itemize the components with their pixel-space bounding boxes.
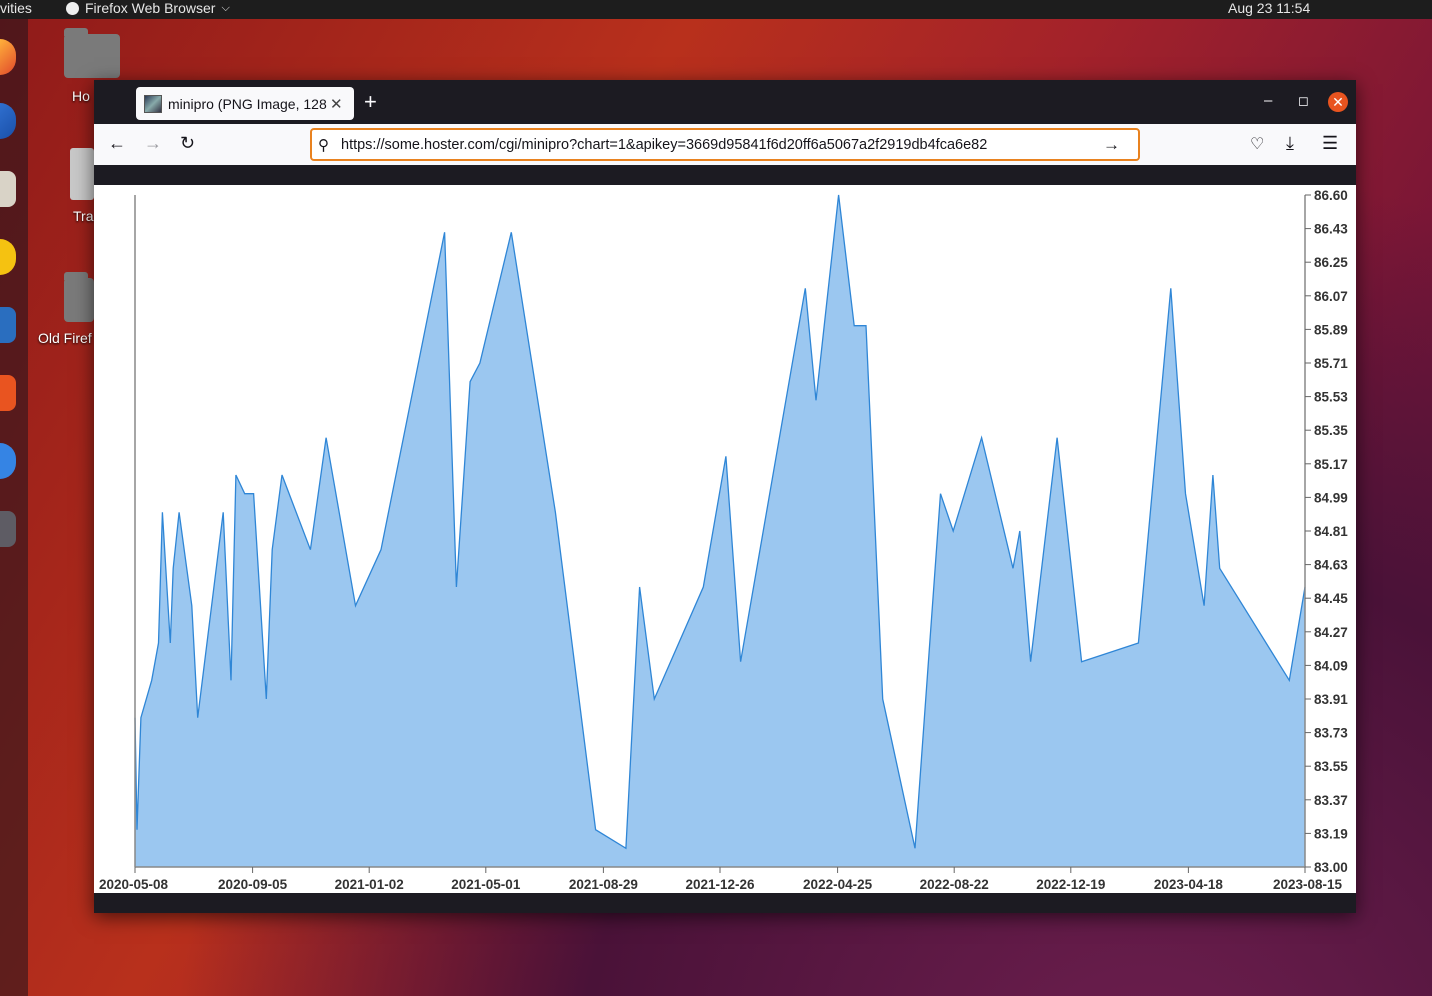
writer-dock-icon[interactable] <box>0 307 16 343</box>
pocket-icon[interactable]: ♡ <box>1250 134 1264 154</box>
x-tick-label: 2021-12-26 <box>685 877 755 892</box>
top-bar: vities Firefox Web Browser ⌵ Aug 23 11:5… <box>0 0 1432 19</box>
y-tick-label: 83.00 <box>1314 860 1348 875</box>
forward-button[interactable]: → <box>144 133 162 154</box>
area-chart: 86.60 86.43 86.25 86.07 85.89 85.71 85.53 85.35… <box>99 188 1348 892</box>
folder-icon <box>64 272 94 322</box>
x-tick-label: 2020-09-05 <box>218 877 288 892</box>
y-tick-label: 85.35 <box>1314 423 1348 438</box>
thunderbird-dock-icon[interactable] <box>0 103 16 139</box>
chart-image: 86.60 86.43 86.25 86.07 85.89 85.71 85.53 85.35… <box>94 185 1356 893</box>
rhythmbox-dock-icon[interactable] <box>0 239 16 275</box>
x-tick-label: 2021-05-01 <box>451 877 521 892</box>
x-tick-label: 2022-04-25 <box>803 877 873 892</box>
y-tick-label: 83.19 <box>1314 826 1348 841</box>
firefox-dock-icon[interactable] <box>0 39 16 75</box>
new-tab-button[interactable]: + <box>364 89 377 115</box>
x-tick-label: 2022-12-19 <box>1036 877 1105 892</box>
app-menu[interactable]: Firefox Web Browser ⌵ <box>66 0 230 16</box>
search-icon: ⚲ <box>318 136 329 154</box>
page-content: 86.60 86.43 86.25 86.07 85.89 85.71 85.53 85.35… <box>94 165 1356 913</box>
x-tick-label: 2021-01-02 <box>335 877 404 892</box>
help-dock-icon[interactable] <box>0 443 16 479</box>
url-bar[interactable]: ⚲ → <box>310 128 1140 161</box>
tab-title: minipro (PNG Image, 128 <box>168 95 327 112</box>
y-tick-label: 85.17 <box>1314 457 1348 472</box>
files-dock-icon[interactable] <box>0 171 16 207</box>
y-tick-label: 84.27 <box>1314 625 1348 640</box>
dock <box>0 19 28 996</box>
y-tick-label: 86.60 <box>1314 188 1348 203</box>
image-favicon-icon <box>144 94 162 113</box>
reload-button[interactable]: ↻ <box>180 133 195 154</box>
y-tick-label: 83.55 <box>1314 759 1348 774</box>
x-tick-label: 2020-05-08 <box>99 877 169 892</box>
area-fill <box>135 195 1305 867</box>
y-tick-label: 85.53 <box>1314 390 1348 405</box>
chevron-down-icon: ⌵ <box>221 1 230 14</box>
x-tick-label: 2022-08-22 <box>920 877 989 892</box>
y-tick-label: 84.81 <box>1314 524 1348 539</box>
menu-icon[interactable]: ☰ <box>1322 133 1338 154</box>
y-tick-label: 84.63 <box>1314 558 1348 573</box>
tab-strip: minipro (PNG Image, 128 ✕ + – ◻ ✕ <box>94 80 1356 124</box>
y-tick-label: 86.43 <box>1314 222 1348 237</box>
desktop-icon-trash[interactable]: Tra <box>70 148 94 224</box>
y-tick-label: 83.37 <box>1314 793 1348 808</box>
y-tick-label: 84.45 <box>1314 591 1348 606</box>
y-tick-label: 84.99 <box>1314 490 1348 505</box>
clock[interactable]: Aug 23 11:54 <box>1228 0 1310 16</box>
x-tick-label: 2021-08-29 <box>569 877 638 892</box>
tab-minipro[interactable]: minipro (PNG Image, 128 ✕ <box>136 87 354 120</box>
y-tick-label: 84.09 <box>1314 658 1348 673</box>
minimize-button[interactable]: – <box>1264 92 1272 109</box>
x-tick-label: 2023-08-15 <box>1273 877 1343 892</box>
go-arrow-icon[interactable]: → <box>1103 135 1120 155</box>
y-tick-label: 83.73 <box>1314 726 1348 741</box>
y-tick-label: 83.91 <box>1314 692 1348 707</box>
desktop-icon-old-firefox[interactable]: Old Firef <box>38 272 94 346</box>
url-input[interactable] <box>339 135 1103 154</box>
activities-button[interactable]: vities <box>0 0 32 16</box>
close-tab-icon[interactable]: ✕ <box>330 95 343 113</box>
y-tick-label: 85.71 <box>1314 356 1348 371</box>
firefox-icon <box>66 1 79 15</box>
back-button[interactable]: ← <box>108 133 126 154</box>
software-dock-icon[interactable] <box>0 375 16 411</box>
y-tick-label: 86.25 <box>1314 255 1348 270</box>
app-menu-label: Firefox Web Browser <box>85 0 216 16</box>
downloads-icon[interactable]: ⤓ <box>1286 133 1294 154</box>
desktop-icon-label: Tra <box>73 208 94 224</box>
maximize-button[interactable]: ◻ <box>1298 93 1309 109</box>
y-tick-label: 85.89 <box>1314 322 1348 337</box>
desktop-icon-label: Old Firef <box>38 330 92 346</box>
home-folder-icon <box>64 28 120 78</box>
close-window-button[interactable]: ✕ <box>1328 92 1348 112</box>
firefox-window: minipro (PNG Image, 128 ✕ + – ◻ ✕ ← → ↻ … <box>94 80 1356 913</box>
x-tick-label: 2023-04-18 <box>1154 877 1224 892</box>
navigation-toolbar: ← → ↻ ⚲ → ♡ ⤓ ☰ <box>94 124 1356 166</box>
trash-icon <box>70 148 94 200</box>
other-dock-icon[interactable] <box>0 511 16 547</box>
y-tick-label: 86.07 <box>1314 289 1348 304</box>
